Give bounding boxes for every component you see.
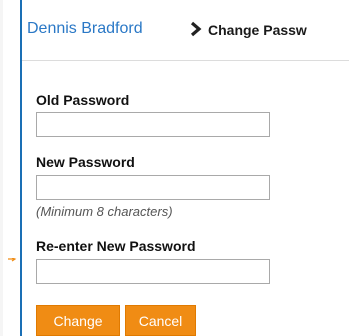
password-hint: (Minimum 8 characters) (36, 204, 173, 219)
background-edge (0, 0, 3, 336)
new-password-label: New Password (36, 154, 135, 170)
breadcrumb: Dennis Bradford Change Passw (22, 0, 349, 61)
new-password-input[interactable] (36, 175, 270, 200)
chevron-right-icon (190, 21, 202, 37)
old-password-input[interactable] (36, 112, 270, 137)
cancel-button[interactable]: Cancel (125, 305, 196, 336)
old-password-label: Old Password (36, 92, 130, 108)
arrow-icon (8, 258, 17, 262)
reenter-password-input[interactable] (36, 259, 270, 284)
reenter-password-label: Re-enter New Password (36, 238, 196, 254)
content-panel: Dennis Bradford Change Passw Old Passwor… (20, 0, 349, 336)
change-password-page: Dennis Bradford Change Passw Old Passwor… (0, 0, 349, 336)
change-button[interactable]: Change (36, 305, 120, 336)
breadcrumb-current-page: Change Passw (208, 22, 307, 38)
breadcrumb-user-link[interactable]: Dennis Bradford (27, 20, 143, 38)
